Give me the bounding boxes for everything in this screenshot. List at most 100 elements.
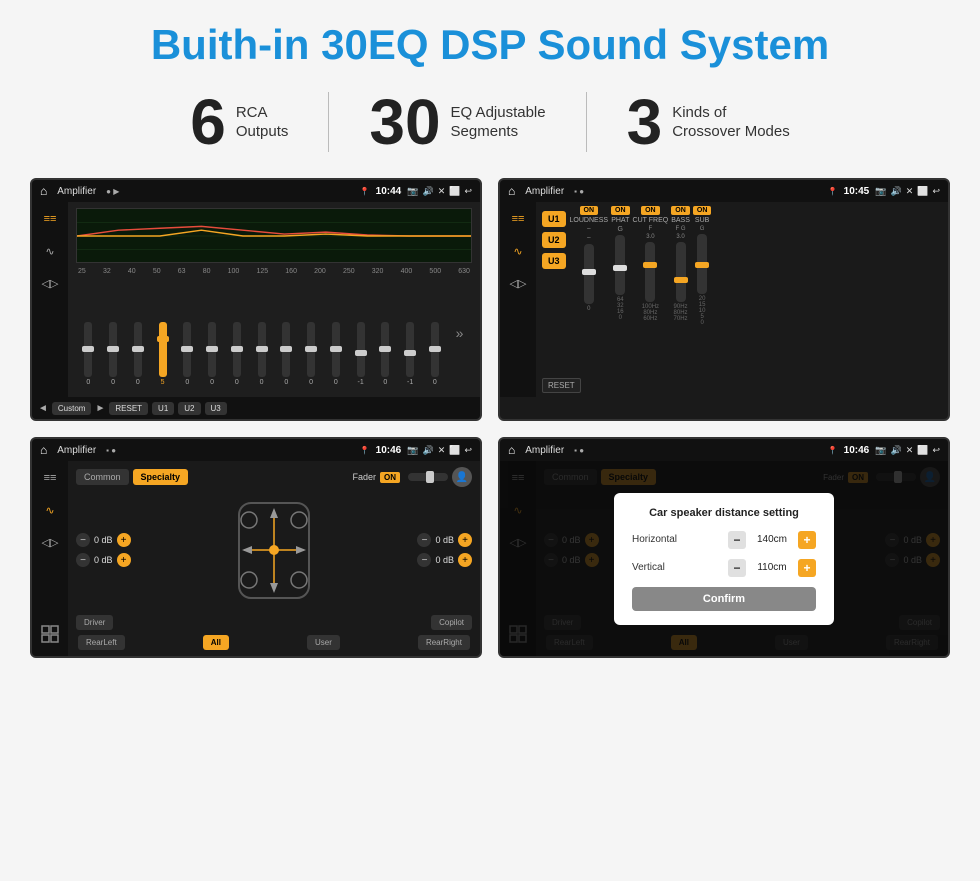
eq-slider-10[interactable]: 0 — [307, 322, 315, 386]
eq-home-icon[interactable]: ⌂ — [40, 184, 47, 198]
sub-on[interactable]: ON — [693, 206, 712, 215]
eq-volume-icon[interactable]: ◁▷ — [38, 274, 62, 292]
cross-u3-btn[interactable]: U3 — [542, 253, 566, 269]
stat-crossover-number: 3 — [627, 90, 663, 154]
eq-slider-15[interactable]: 0 — [431, 322, 439, 386]
eq-slider-4[interactable]: 5 — [159, 322, 167, 386]
fader-vol-icon[interactable]: ◁▷ — [38, 533, 62, 551]
eq-status-bar: ⌂ Amplifier ● ▶ 📍 10:44 📷🔊✕⬜↩ — [32, 180, 480, 202]
vol-minus-2[interactable]: − — [76, 553, 90, 567]
cross-home-icon[interactable]: ⌂ — [508, 184, 515, 198]
copilot-btn[interactable]: Copilot — [431, 615, 472, 630]
cross-u1-btn[interactable]: U1 — [542, 211, 566, 227]
bass-on[interactable]: ON — [671, 206, 690, 215]
sub-label: SUB — [695, 217, 709, 224]
eq-tune-icon[interactable]: ≡≡ — [38, 210, 62, 228]
profile-icon[interactable]: 👤 — [452, 467, 472, 487]
loudness-track[interactable] — [584, 244, 594, 304]
confirm-button[interactable]: Confirm — [632, 587, 816, 611]
fader-expand-icon[interactable] — [41, 625, 59, 648]
eq-slider-1[interactable]: 0 — [84, 322, 92, 386]
dist-panel-body: ≡≡ ∿ ◁▷ Common Specialty Fad — [500, 461, 948, 656]
rearright-btn[interactable]: RearRight — [418, 635, 470, 650]
vertical-minus-btn[interactable]: − — [728, 559, 746, 577]
sub-track[interactable] — [697, 234, 707, 294]
cutfreq-track[interactable] — [645, 242, 655, 302]
all-btn[interactable]: All — [203, 635, 229, 650]
eq-slider-6[interactable]: 0 — [208, 322, 216, 386]
eq-slider-8[interactable]: 0 — [258, 322, 266, 386]
dist-time: 10:46 — [844, 445, 870, 456]
eq-prev-btn[interactable]: ◄ — [38, 403, 48, 414]
cross-u2-btn[interactable]: U2 — [542, 232, 566, 248]
bass-track[interactable] — [676, 242, 686, 302]
vol-plus-4[interactable]: + — [458, 553, 472, 567]
distance-screen-panel: ⌂ Amplifier ▪ ● 📍 10:46 📷🔊✕⬜↩ ≡≡ ∿ ◁▷ — [498, 437, 950, 658]
phat-on[interactable]: ON — [611, 206, 630, 215]
loudness-col: ON LOUDNESS ~ ~ 0 — [570, 206, 609, 312]
cross-left-sidebar: ≡≡ ∿ ◁▷ — [500, 202, 536, 397]
cutfreq-col: ON CUT FREQ F 3.0 100Hz80Hz60Hz — [633, 206, 669, 322]
vol-plus-1[interactable]: + — [117, 533, 131, 547]
eq-reset-btn[interactable]: RESET — [109, 402, 148, 415]
user-btn[interactable]: User — [307, 635, 340, 650]
eq-sliders-row: 0 0 0 5 0 — [76, 280, 472, 391]
dialog-overlay: Car speaker distance setting Horizontal … — [500, 461, 948, 656]
fader-status-bar: ⌂ Amplifier ▪ ● 📍 10:46 📷🔊✕⬜↩ — [32, 439, 480, 461]
vol-plus-3[interactable]: + — [458, 533, 472, 547]
eq-slider-9[interactable]: 0 — [282, 322, 290, 386]
cross-wave-icon[interactable]: ∿ — [506, 242, 530, 260]
vol-ctrl-1: − 0 dB + — [76, 533, 131, 547]
fader-slider[interactable] — [408, 473, 448, 481]
eq-slider-11[interactable]: 0 — [332, 322, 340, 386]
fader-tune-icon[interactable]: ≡≡ — [38, 469, 62, 487]
cutfreq-on[interactable]: ON — [641, 206, 660, 215]
eq-wave-icon[interactable]: ∿ — [38, 242, 62, 260]
fader-wave-icon[interactable]: ∿ — [38, 501, 62, 519]
eq-slider-7[interactable]: 0 — [233, 322, 241, 386]
vertical-label: Vertical — [632, 562, 702, 573]
driver-btn[interactable]: Driver — [76, 615, 113, 630]
cross-vol-icon[interactable]: ◁▷ — [506, 274, 530, 292]
vol-val-3: 0 dB — [435, 535, 454, 545]
eq-slider-5[interactable]: 0 — [183, 322, 191, 386]
vol-plus-2[interactable]: + — [117, 553, 131, 567]
fader-time: 10:46 — [376, 445, 402, 456]
stat-crossover-label: Kinds ofCrossover Modes — [672, 103, 790, 142]
cross-tune-icon[interactable]: ≡≡ — [506, 210, 530, 228]
eq-slider-14[interactable]: -1 — [406, 322, 414, 386]
cross-inner: U1 U2 U3 ON LOUDNESS ~ ~ — [542, 206, 942, 366]
dist-status-bar: ⌂ Amplifier ▪ ● 📍 10:46 📷🔊✕⬜↩ — [500, 439, 948, 461]
loudness-on[interactable]: ON — [580, 206, 599, 215]
vertical-plus-btn[interactable]: + — [798, 559, 816, 577]
dist-home-icon[interactable]: ⌂ — [508, 443, 515, 457]
phat-track[interactable] — [615, 235, 625, 295]
stat-crossover: 3 Kinds ofCrossover Modes — [587, 90, 830, 154]
eq-slider-12[interactable]: -1 — [357, 322, 365, 386]
eq-slider-3[interactable]: 0 — [134, 322, 142, 386]
vol-minus-1[interactable]: − — [76, 533, 90, 547]
fader-on-toggle[interactable]: ON — [380, 472, 400, 483]
fader-home-icon[interactable]: ⌂ — [40, 443, 47, 457]
eq-u1-btn[interactable]: U1 — [152, 402, 174, 415]
fader-bottom-btns: Driver Copilot — [76, 615, 472, 630]
eq-u2-btn[interactable]: U2 — [178, 402, 200, 415]
eq-custom-label: Custom — [52, 402, 92, 415]
fader-tab-common[interactable]: Common — [76, 469, 129, 485]
vertical-control: − 110cm + — [728, 559, 816, 577]
eq-slider-13[interactable]: 0 — [381, 322, 389, 386]
eq-slider-2[interactable]: 0 — [109, 322, 117, 386]
eq-u3-btn[interactable]: U3 — [205, 402, 227, 415]
rearleft-btn[interactable]: RearLeft — [78, 635, 125, 650]
horizontal-plus-btn[interactable]: + — [798, 531, 816, 549]
horizontal-minus-btn[interactable]: − — [728, 531, 746, 549]
vol-minus-4[interactable]: − — [417, 553, 431, 567]
bass-col: ON BASS F G 3.0 90Hz80Hz70Hz — [671, 206, 690, 322]
screens-grid: ⌂ Amplifier ● ▶ 📍 10:44 📷🔊✕⬜↩ ≡≡ ∿ ◁▷ — [30, 178, 950, 658]
vol-ctrl-4: − 0 dB + — [417, 553, 472, 567]
fader-tab-specialty[interactable]: Specialty — [133, 469, 189, 485]
vol-minus-3[interactable]: − — [417, 533, 431, 547]
eq-next-btn[interactable]: ► — [95, 403, 105, 414]
cross-reset-btn[interactable]: RESET — [542, 378, 581, 393]
horizontal-value: 140cm — [752, 534, 792, 545]
